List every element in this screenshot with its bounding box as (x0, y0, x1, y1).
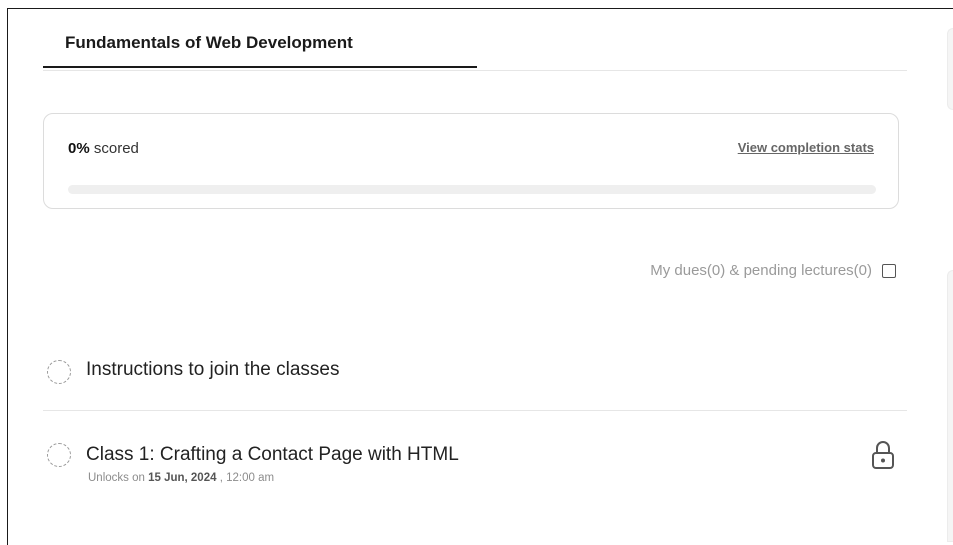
unlock-info: Unlocks on 15 Jun, 2024 , 12:00 am (88, 472, 274, 484)
dues-filter-label: My dues(0) & pending lectures(0) (650, 262, 872, 279)
view-completion-stats-link[interactable]: View completion stats (738, 140, 874, 155)
tab-fundamentals-of-web-development[interactable]: Fundamentals of Web Development (43, 22, 477, 68)
lecture-item[interactable]: Class 1: Crafting a Contact Page with HT… (43, 430, 907, 500)
unlock-date: 15 Jun, 2024 (148, 472, 217, 484)
lecture-item[interactable]: Instructions to join the classes (43, 347, 907, 411)
score-progress-bar (68, 185, 876, 194)
lecture-title: Class 1: Crafting a Contact Page with HT… (86, 444, 459, 465)
score-summary: 0% scored (68, 140, 139, 157)
side-card-edge (947, 270, 953, 542)
score-percent: 0% (68, 140, 90, 157)
unlock-time: , 12:00 am (219, 472, 275, 484)
dues-filter-checkbox[interactable] (882, 263, 896, 278)
unlock-prefix: Unlocks on (88, 472, 145, 484)
lecture-title: Instructions to join the classes (86, 359, 340, 380)
dashed-circle-icon (47, 443, 71, 467)
dues-filter: My dues(0) & pending lectures(0) (650, 262, 896, 279)
dashed-circle-icon (47, 360, 71, 384)
score-suffix: scored (93, 140, 139, 157)
tab-bar: Fundamentals of Web Development (43, 22, 907, 71)
lock-icon (872, 441, 894, 469)
course-panel: Fundamentals of Web Development 0% score… (7, 8, 953, 545)
side-card-edge (947, 28, 953, 110)
score-card: 0% scored View completion stats (43, 113, 899, 209)
